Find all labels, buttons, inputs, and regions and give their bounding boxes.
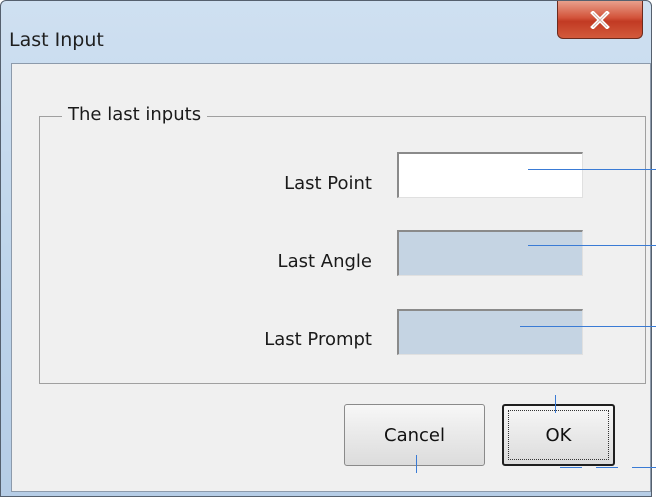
- window-title: Last Input: [9, 29, 104, 51]
- last-prompt-field: [397, 309, 583, 355]
- annotation-line: [528, 245, 656, 246]
- cancel-button[interactable]: Cancel: [344, 404, 485, 466]
- annotation-line: [528, 169, 656, 170]
- dialog-window: Last Input The last inputs Last Point La…: [0, 0, 652, 497]
- annotation-line: [520, 326, 656, 327]
- annotation-line: [632, 467, 656, 468]
- annotation-line: [416, 455, 417, 473]
- close-icon: [590, 10, 610, 29]
- ok-button[interactable]: OK: [502, 404, 615, 466]
- cancel-button-label: Cancel: [384, 424, 445, 446]
- last-point-field[interactable]: [397, 152, 583, 198]
- annotation-line: [555, 395, 556, 413]
- dialog-client-area: The last inputs Last Point Last Angle La…: [11, 63, 651, 492]
- focus-rectangle: [508, 410, 609, 460]
- title-bar[interactable]: Last Input: [1, 1, 651, 63]
- close-button[interactable]: [557, 1, 643, 39]
- last-point-label: Last Point: [284, 173, 372, 194]
- last-angle-label: Last Angle: [277, 251, 372, 272]
- annotation-line: [596, 467, 618, 468]
- last-angle-field: [397, 230, 583, 276]
- groupbox-label: The last inputs: [62, 104, 208, 125]
- annotation-line: [560, 467, 582, 468]
- last-prompt-label: Last Prompt: [264, 329, 372, 350]
